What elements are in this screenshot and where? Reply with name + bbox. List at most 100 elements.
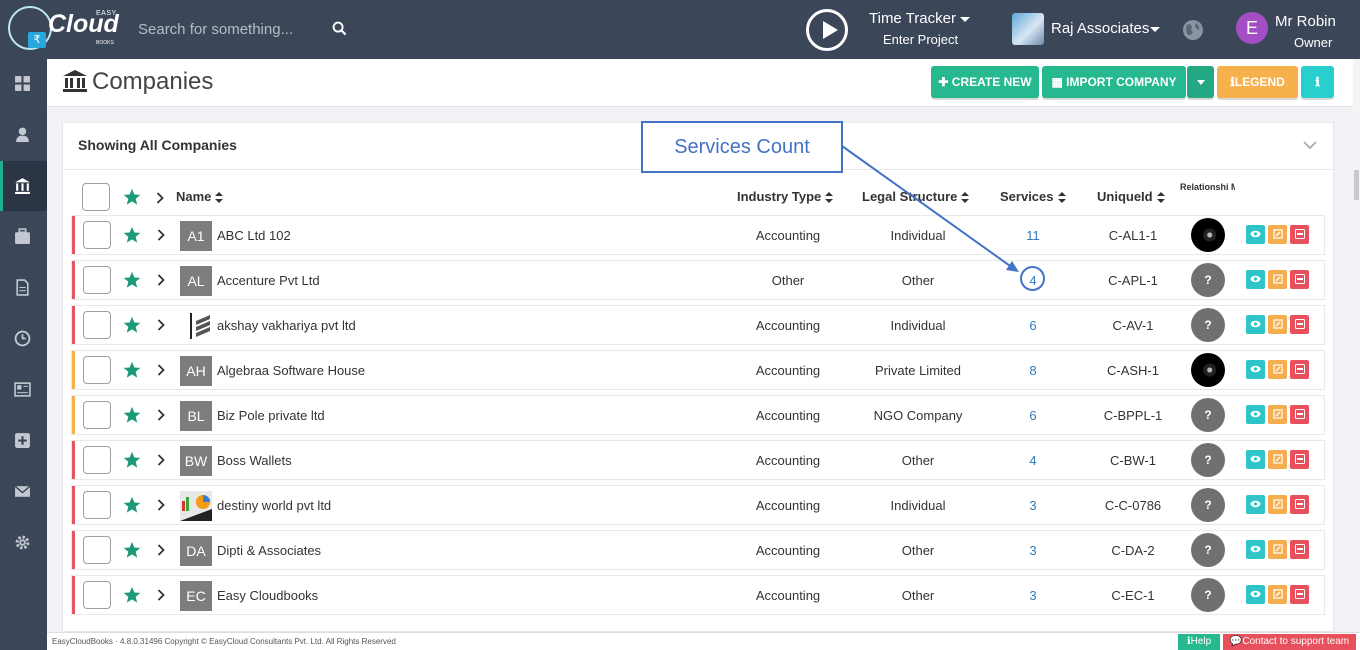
services-count-link[interactable]: 4: [1008, 453, 1058, 468]
star-icon[interactable]: [123, 496, 141, 514]
chevron-right-icon[interactable]: [157, 454, 165, 466]
chevron-down-icon[interactable]: [1303, 140, 1317, 150]
table-row[interactable]: AH Algebraa Software House Accounting Priva…: [71, 350, 1325, 390]
services-count-link[interactable]: 6: [1008, 408, 1058, 423]
chevron-right-icon[interactable]: [157, 229, 165, 241]
edit-button[interactable]: [1268, 270, 1287, 289]
delete-button[interactable]: [1290, 585, 1309, 604]
chevron-right-icon[interactable]: [157, 364, 165, 376]
select-all-checkbox[interactable]: [82, 183, 110, 211]
services-count-link[interactable]: 6: [1008, 318, 1058, 333]
company-name[interactable]: Algebraa Software House: [217, 363, 365, 378]
column-industry[interactable]: Industry Type: [737, 189, 834, 204]
edit-button[interactable]: [1268, 450, 1287, 469]
row-checkbox[interactable]: [83, 401, 111, 429]
search-icon[interactable]: [332, 21, 347, 36]
view-button[interactable]: [1246, 585, 1265, 604]
row-checkbox[interactable]: [83, 356, 111, 384]
company-name[interactable]: akshay vakhariya pvt ltd: [217, 318, 356, 333]
play-icon[interactable]: [806, 9, 848, 51]
edit-button[interactable]: [1268, 225, 1287, 244]
chevron-right-icon[interactable]: [157, 544, 165, 556]
star-icon[interactable]: [123, 586, 141, 604]
company-logo[interactable]: [1012, 13, 1044, 45]
table-row[interactable]: BL Biz Pole private ltd Accounting NGO Comp…: [71, 395, 1325, 435]
star-icon[interactable]: [123, 361, 141, 379]
scrollbar-thumb[interactable]: [1354, 170, 1359, 200]
view-button[interactable]: [1246, 450, 1265, 469]
company-name[interactable]: Accenture Pvt Ltd: [217, 273, 320, 288]
table-row[interactable]: A1 ABC Ltd 102 Accounting Individual 11 C-AL1…: [71, 215, 1325, 255]
scrollbar[interactable]: [1353, 59, 1360, 632]
user-name[interactable]: Mr Robin: [1275, 13, 1336, 30]
delete-button[interactable]: [1290, 315, 1309, 334]
company-name[interactable]: Boss Wallets: [217, 453, 292, 468]
sidebar-item-add[interactable]: [0, 416, 47, 466]
view-button[interactable]: [1246, 315, 1265, 334]
sidebar-item-time[interactable]: [0, 314, 47, 364]
delete-button[interactable]: [1290, 270, 1309, 289]
relationship-manager-avatar[interactable]: ?: [1191, 533, 1225, 567]
legend-button[interactable]: ℹLEGEND: [1217, 66, 1298, 98]
relationship-manager-avatar[interactable]: ?: [1191, 308, 1225, 342]
edit-button[interactable]: [1268, 540, 1287, 559]
delete-button[interactable]: [1290, 405, 1309, 424]
relationship-manager-avatar[interactable]: ?: [1191, 578, 1225, 612]
edit-button[interactable]: [1268, 315, 1287, 334]
import-company-button[interactable]: ▦ IMPORT COMPANY: [1042, 66, 1186, 98]
table-row[interactable]: akshay vakhariya pvt ltd Accounting Indivi…: [71, 305, 1325, 345]
column-legal-structure[interactable]: Legal Structure: [862, 189, 970, 204]
column-name[interactable]: Name: [176, 189, 224, 204]
star-icon[interactable]: [123, 406, 141, 424]
sidebar-item-users[interactable]: [0, 110, 47, 160]
table-row[interactable]: DA Dipti & Associates Accounting Other 3 C-DA…: [71, 530, 1325, 570]
sidebar-item-briefcase[interactable]: [0, 212, 47, 262]
view-button[interactable]: [1246, 360, 1265, 379]
sidebar-item-settings[interactable]: [0, 518, 47, 568]
star-icon[interactable]: [123, 451, 141, 469]
time-tracker-title[interactable]: Time Tracker: [869, 10, 956, 27]
company-name[interactable]: Biz Pole private ltd: [217, 408, 325, 423]
table-row[interactable]: EC Easy Cloudbooks Accounting Other 3 C-EC-1?: [71, 575, 1325, 615]
delete-button[interactable]: [1290, 225, 1309, 244]
services-count-link[interactable]: 3: [1008, 543, 1058, 558]
chevron-right-icon[interactable]: [156, 192, 164, 204]
chevron-right-icon[interactable]: [157, 409, 165, 421]
row-checkbox[interactable]: [83, 536, 111, 564]
create-new-button[interactable]: ✚ CREATE NEW: [931, 66, 1039, 98]
relationship-manager-avatar[interactable]: ?: [1191, 488, 1225, 522]
delete-button[interactable]: [1290, 360, 1309, 379]
row-checkbox[interactable]: [83, 491, 111, 519]
avatar[interactable]: E: [1236, 12, 1268, 44]
table-row[interactable]: destiny world pvt ltd Accounting Individua…: [71, 485, 1325, 525]
star-icon[interactable]: [123, 226, 141, 244]
edit-button[interactable]: [1268, 495, 1287, 514]
row-checkbox[interactable]: [83, 221, 111, 249]
relationship-manager-avatar[interactable]: ?: [1191, 263, 1225, 297]
company-name[interactable]: ABC Ltd 102: [217, 228, 291, 243]
row-checkbox[interactable]: [83, 446, 111, 474]
delete-button[interactable]: [1290, 495, 1309, 514]
globe-icon[interactable]: [1182, 19, 1204, 41]
company-switcher[interactable]: Raj Associates: [1051, 20, 1149, 37]
chevron-right-icon[interactable]: [157, 274, 165, 286]
edit-button[interactable]: [1268, 585, 1287, 604]
chevron-down-icon[interactable]: [1150, 27, 1160, 32]
services-count-link[interactable]: 11: [1008, 228, 1058, 243]
view-button[interactable]: [1246, 270, 1265, 289]
view-button[interactable]: [1246, 540, 1265, 559]
sidebar-item-news[interactable]: [0, 365, 47, 415]
chevron-down-icon[interactable]: [960, 17, 970, 22]
star-icon[interactable]: [123, 188, 141, 206]
services-count-link[interactable]: 8: [1008, 363, 1058, 378]
sidebar-item-documents[interactable]: [0, 263, 47, 313]
support-button[interactable]: 💬Contact to support team: [1223, 634, 1356, 650]
column-services[interactable]: Services: [1000, 189, 1066, 204]
relationship-manager-avatar[interactable]: ?: [1191, 443, 1225, 477]
column-unique-id[interactable]: UniqueId: [1097, 189, 1165, 204]
row-checkbox[interactable]: [83, 311, 111, 339]
help-button[interactable]: ℹHelp: [1178, 634, 1220, 650]
edit-button[interactable]: [1268, 405, 1287, 424]
company-name[interactable]: Easy Cloudbooks: [217, 588, 318, 603]
sidebar-item-dashboard[interactable]: [0, 59, 47, 109]
